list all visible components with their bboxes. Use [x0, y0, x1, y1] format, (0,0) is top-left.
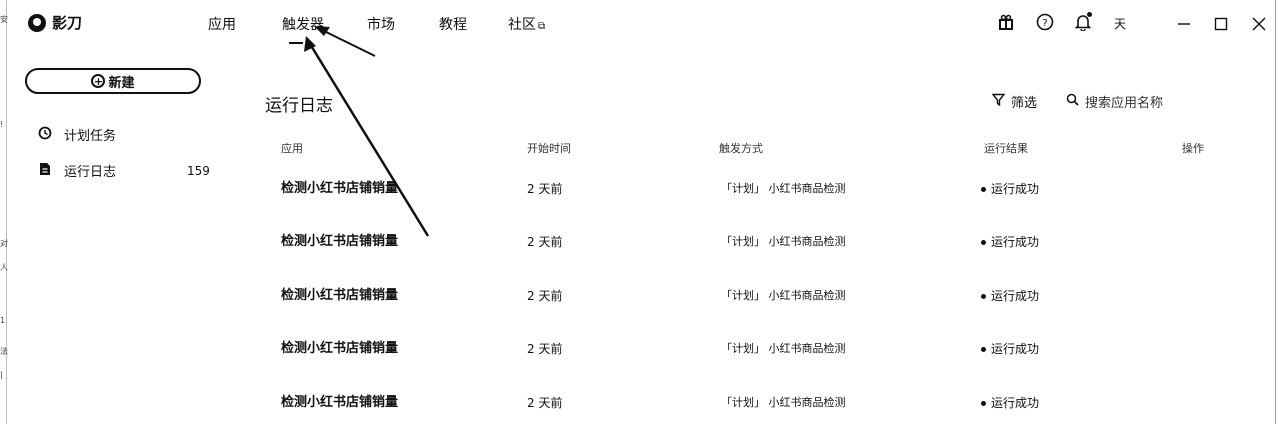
app-logo: 影刀 [28, 12, 82, 33]
maximize-icon[interactable] [1211, 14, 1231, 34]
page-title: 运行日志 [265, 96, 333, 116]
row-result-label: 运行成功 [991, 235, 1040, 249]
left-window-edge: 安! 对人 1 法 | [0, 0, 8, 424]
table-row[interactable]: 检测小红书店铺销量 2 天前 「计划」 小红书商品检测 运行成功 [270, 339, 1260, 379]
row-app-name[interactable]: 检测小红书店铺销量 [281, 179, 398, 199]
svg-text:?: ? [1042, 18, 1047, 29]
search-icon [1066, 93, 1079, 110]
search-placeholder: 搜索应用名称 [1085, 96, 1164, 111]
table-row[interactable]: 检测小红书店铺销量 2 天前 「计划」 小红书商品检测 运行成功 [270, 393, 1260, 433]
plus-icon: + [91, 74, 106, 88]
filter-icon [991, 93, 1006, 110]
close-icon[interactable] [1249, 14, 1269, 34]
help-icon[interactable]: ? [1035, 12, 1055, 32]
row-trigger: 「计划」 小红书商品检测 [721, 235, 846, 248]
notification-dot [1087, 12, 1092, 17]
column-header-app[interactable]: 应用 [281, 140, 303, 156]
status-dot-icon [981, 186, 986, 192]
nav-triggers[interactable]: 触发器 [282, 14, 324, 34]
user-name[interactable]: 天 [1114, 15, 1126, 32]
app-name: 影刀 [52, 14, 83, 32]
row-result: 运行成功 [981, 339, 1039, 359]
column-header-trigger[interactable]: 触发方式 [719, 140, 763, 156]
row-result: 运行成功 [981, 179, 1039, 199]
new-button[interactable]: + 新建 [25, 68, 201, 94]
sidebar-item-run-logs[interactable]: 运行日志 [38, 161, 116, 180]
row-trigger: 「计划」 小红书商品检测 [721, 182, 846, 195]
row-app-name[interactable]: 检测小红书店铺销量 [281, 339, 398, 359]
status-dot-icon [981, 293, 986, 299]
sidebar-item-label: 计划任务 [64, 129, 117, 144]
logo-icon [28, 13, 46, 32]
status-dot-icon [981, 239, 986, 245]
row-result: 运行成功 [981, 393, 1039, 413]
file-icon [38, 162, 52, 180]
row-result: 运行成功 [981, 232, 1039, 252]
nav-tutorials[interactable]: 教程 [439, 14, 467, 34]
new-button-label: 新建 [108, 75, 135, 91]
clock-icon [38, 126, 52, 144]
arrow-head-lower [304, 36, 316, 52]
sidebar-item-scheduled-tasks[interactable]: 计划任务 [38, 125, 116, 144]
row-result: 运行成功 [981, 286, 1039, 306]
row-start-time: 2 天前 [527, 235, 563, 249]
filter-button[interactable]: 筛选 [991, 92, 1038, 111]
sidebar-item-label: 运行日志 [64, 165, 117, 180]
status-dot-icon [981, 346, 986, 352]
table-row[interactable]: 检测小红书店铺销量 2 天前 「计划」 小红书商品检测 运行成功 [270, 232, 1260, 272]
row-result-label: 运行成功 [991, 182, 1040, 196]
row-app-name[interactable]: 检测小红书店铺销量 [281, 232, 398, 252]
minimize-icon[interactable] [1174, 14, 1194, 34]
row-app-name[interactable]: 检测小红书店铺销量 [281, 286, 398, 306]
nav-community-label: 社区 [508, 17, 536, 33]
table-row[interactable]: 检测小红书店铺销量 2 天前 「计划」 小红书商品检测 运行成功 [270, 179, 1260, 219]
gift-icon[interactable] [996, 12, 1016, 32]
row-trigger: 「计划」 小红书商品检测 [721, 289, 846, 302]
external-link-icon: ⧉ [538, 21, 546, 32]
nav-market[interactable]: 市场 [367, 14, 395, 34]
row-app-name[interactable]: 检测小红书店铺销量 [281, 393, 398, 413]
column-header-start-time[interactable]: 开始时间 [527, 140, 571, 156]
row-trigger: 「计划」 小红书商品检测 [721, 342, 846, 355]
nav-active-indicator [289, 42, 303, 44]
run-logs-count: 159 [187, 164, 210, 178]
row-start-time: 2 天前 [527, 342, 563, 356]
column-header-actions: 操作 [1182, 142, 1204, 155]
right-window-edge [1275, 0, 1280, 424]
column-header-result[interactable]: 运行结果 [984, 140, 1028, 156]
table-row[interactable]: 检测小红书店铺销量 2 天前 「计划」 小红书商品检测 运行成功 [270, 286, 1260, 326]
row-result-label: 运行成功 [991, 289, 1040, 303]
row-trigger: 「计划」 小红书商品检测 [721, 396, 846, 409]
row-result-label: 运行成功 [991, 396, 1040, 410]
nav-apps[interactable]: 应用 [208, 14, 236, 34]
row-start-time: 2 天前 [527, 182, 563, 196]
status-dot-icon [981, 400, 986, 406]
row-start-time: 2 天前 [527, 396, 563, 410]
search-input[interactable]: 搜索应用名称 [1066, 92, 1163, 111]
bell-icon[interactable] [1073, 12, 1093, 32]
row-start-time: 2 天前 [527, 289, 563, 303]
filter-label: 筛选 [1011, 96, 1038, 111]
row-result-label: 运行成功 [991, 342, 1040, 356]
nav-community[interactable]: 社区 ⧉ [508, 14, 545, 34]
